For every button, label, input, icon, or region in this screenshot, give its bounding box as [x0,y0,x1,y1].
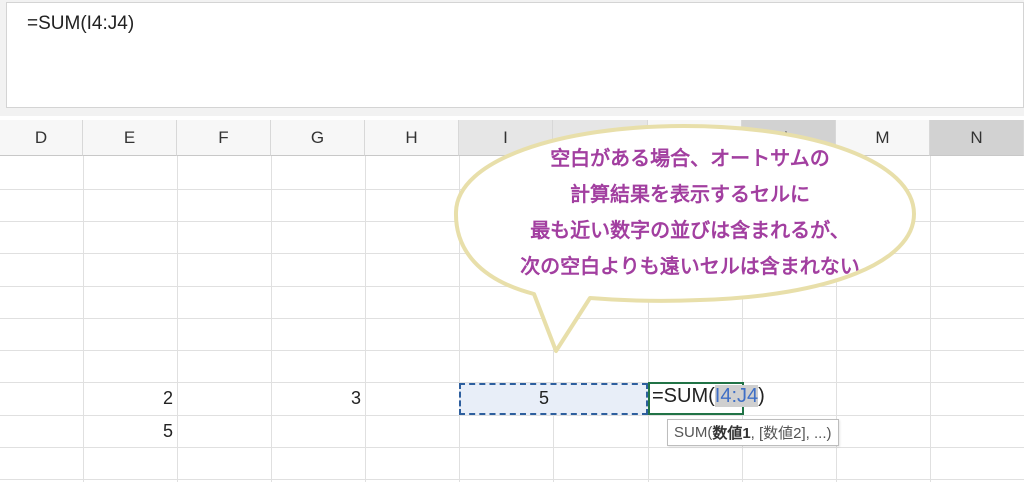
callout-line: 最も近い数字の並びは含まれるが、 [530,218,850,242]
callout-line: 次の空白よりも遠いセルは含まれない [520,254,860,278]
callout-text: 空白がある場合、オートサムの 計算結果を表示するセルに 最も近い数字の並びは含ま… [470,140,910,284]
callout-line: 空白がある場合、オートサムの [550,146,830,170]
callout-line: 計算結果を表示するセルに [570,182,810,206]
